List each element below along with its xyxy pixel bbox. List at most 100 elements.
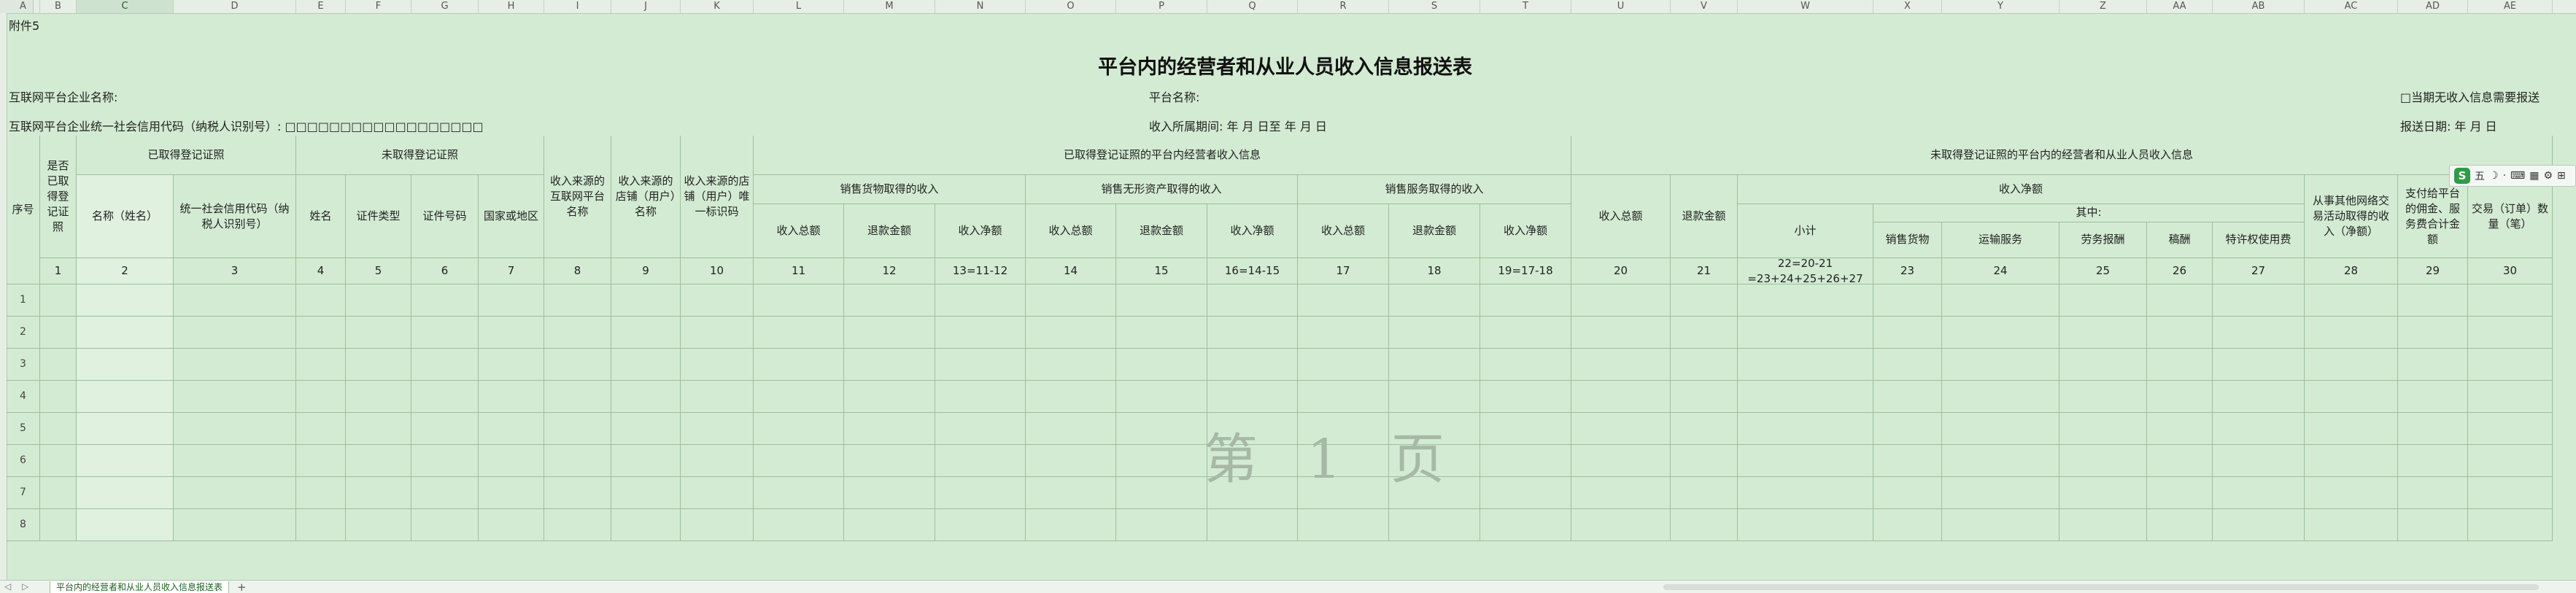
table-cell[interactable] — [296, 477, 346, 509]
spreadsheet[interactable]: A B C D E F G H I J K L M N O P Q R S T U V W X Y Z AA AB AC AD AE 序号是… — [0, 0, 2576, 593]
table-cell[interactable] — [1671, 477, 1738, 509]
header-among[interactable]: 其中: — [1873, 204, 2305, 222]
table-cell[interactable] — [1480, 349, 1571, 381]
index-cell-21[interactable]: 21 — [1671, 258, 1738, 284]
table-cell[interactable] — [1942, 445, 2059, 477]
header-seq[interactable]: 序号 — [7, 136, 40, 284]
table-cell[interactable] — [296, 445, 346, 477]
table-cell[interactable] — [1671, 381, 1738, 413]
table-cell[interactable] — [1298, 381, 1389, 413]
table-cell[interactable] — [40, 349, 77, 381]
table-cell[interactable] — [1207, 284, 1298, 317]
header-royalty[interactable]: 稿酬 — [2147, 222, 2213, 258]
header-unreg-refund[interactable]: 退款金额 — [1671, 175, 1738, 258]
add-sheet-button[interactable]: + — [237, 581, 247, 593]
index-cell-17[interactable]: 17 — [1298, 258, 1389, 284]
table-cell[interactable] — [1942, 284, 2059, 317]
table-cell[interactable] — [174, 317, 296, 349]
table-row-number[interactable]: 8 — [7, 509, 40, 541]
table-cell[interactable] — [544, 317, 611, 349]
table-cell[interactable] — [2305, 317, 2398, 349]
table-cell[interactable] — [681, 477, 754, 509]
table-cell[interactable] — [479, 317, 544, 349]
table-cell[interactable] — [2398, 284, 2468, 317]
table-cell[interactable] — [1873, 477, 1942, 509]
table-cell[interactable] — [2305, 381, 2398, 413]
table-cell[interactable] — [1873, 413, 1942, 445]
index-cell-3[interactable]: 3 — [174, 258, 296, 284]
tab-nav-last-icon[interactable]: ▷ — [22, 581, 28, 592]
table-cell[interactable] — [2305, 349, 2398, 381]
table-cell[interactable] — [2213, 284, 2305, 317]
table-cell[interactable] — [1116, 381, 1207, 413]
header-registered-income[interactable]: 已取得登记证照的平台内经营者收入信息 — [754, 136, 1571, 175]
header-net-income-2[interactable]: 收入净额 — [1207, 204, 1298, 258]
header-obtained-license[interactable]: 已取得登记证照 — [77, 136, 296, 175]
table-cell[interactable] — [1116, 445, 1207, 477]
header-net-income-3[interactable]: 收入净额 — [1480, 204, 1571, 258]
table-cell[interactable] — [40, 284, 77, 317]
header-order-qty[interactable]: 交易（订单）数量（笔） — [2468, 175, 2553, 258]
index-cell-11[interactable]: 11 — [754, 258, 844, 284]
table-cell[interactable] — [1480, 381, 1571, 413]
table-cell[interactable] — [40, 445, 77, 477]
column-header-s[interactable]: S — [1389, 0, 1480, 13]
table-cell[interactable] — [174, 413, 296, 445]
table-cell[interactable] — [935, 445, 1026, 477]
table-cell[interactable] — [1207, 381, 1298, 413]
table-cell[interactable] — [411, 317, 479, 349]
table-cell[interactable] — [346, 477, 411, 509]
header-refund-2[interactable]: 退款金额 — [1116, 204, 1207, 258]
table-cell[interactable] — [681, 381, 754, 413]
column-header-c[interactable]: C — [77, 0, 174, 13]
table-cell[interactable] — [411, 413, 479, 445]
ime-mode-icon[interactable]: 五 — [2475, 168, 2485, 183]
table-cell[interactable] — [77, 349, 174, 381]
index-cell-28[interactable]: 28 — [2305, 258, 2398, 284]
table-cell[interactable] — [1480, 477, 1571, 509]
table-cell[interactable] — [1026, 413, 1116, 445]
header-transport[interactable]: 运输服务 — [1942, 222, 2059, 258]
header-labor[interactable]: 劳务报酬 — [2059, 222, 2147, 258]
table-cell[interactable] — [2305, 445, 2398, 477]
ime-settings-icon[interactable]: ⚙ — [2543, 170, 2553, 182]
table-cell[interactable] — [346, 381, 411, 413]
table-cell[interactable] — [754, 477, 844, 509]
table-cell[interactable] — [479, 509, 544, 541]
ime-apps-icon[interactable]: ⊞ — [2557, 170, 2566, 182]
table-cell[interactable] — [844, 284, 935, 317]
table-cell[interactable] — [1026, 349, 1116, 381]
column-header-w[interactable]: W — [1738, 0, 1873, 13]
table-cell[interactable] — [346, 317, 411, 349]
table-cell[interactable] — [2468, 381, 2553, 413]
table-cell[interactable] — [2398, 317, 2468, 349]
index-cell-7[interactable]: 7 — [479, 258, 544, 284]
table-cell[interactable] — [77, 284, 174, 317]
tab-nav-first-icon[interactable]: ◁ — [4, 581, 11, 592]
header-store-id[interactable]: 收入来源的店铺（用户）唯一标识码 — [681, 136, 754, 258]
table-cell[interactable] — [174, 477, 296, 509]
table-cell[interactable] — [844, 381, 935, 413]
header-not-obtained-license[interactable]: 未取得登记证照 — [296, 136, 544, 175]
table-cell[interactable] — [1671, 413, 1738, 445]
header-unreg-net-income[interactable]: 收入净额 — [1738, 175, 2305, 204]
table-cell[interactable] — [2468, 445, 2553, 477]
index-cell-5[interactable]: 5 — [346, 258, 411, 284]
table-cell[interactable] — [479, 381, 544, 413]
header-goods[interactable]: 销售货物 — [1873, 222, 1942, 258]
table-cell[interactable] — [1873, 317, 1942, 349]
index-cell-1[interactable]: 1 — [40, 258, 77, 284]
table-cell[interactable] — [2468, 413, 2553, 445]
table-cell[interactable] — [681, 349, 754, 381]
table-cell[interactable] — [2147, 381, 2213, 413]
table-cell[interactable] — [681, 413, 754, 445]
table-cell[interactable] — [1738, 445, 1873, 477]
table-cell[interactable] — [2398, 349, 2468, 381]
table-cell[interactable] — [1480, 284, 1571, 317]
table-cell[interactable] — [844, 317, 935, 349]
table-cell[interactable] — [1389, 349, 1480, 381]
column-header-y[interactable]: Y — [1942, 0, 2059, 13]
table-cell[interactable] — [1389, 381, 1480, 413]
column-header-k[interactable]: K — [681, 0, 754, 13]
table-cell[interactable] — [1942, 349, 2059, 381]
